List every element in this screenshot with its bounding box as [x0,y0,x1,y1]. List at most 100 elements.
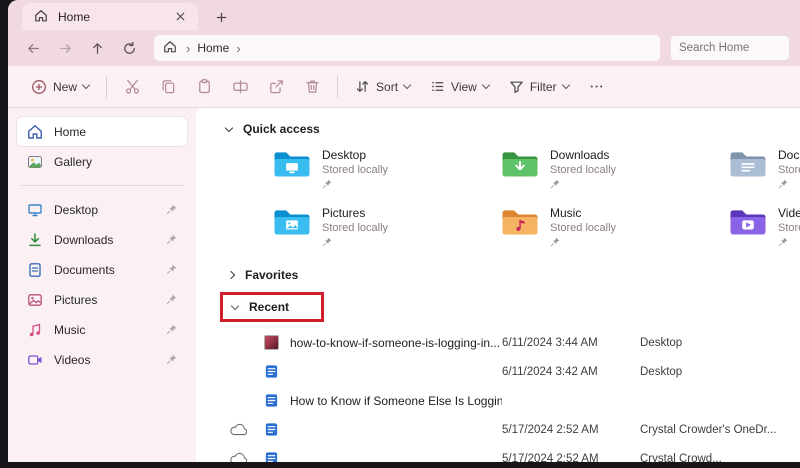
breadcrumb-home-icon[interactable] [163,40,179,56]
rename-icon[interactable] [223,71,257,103]
pin-icon [166,294,177,305]
recent-file-row[interactable]: 6/11/2024 3:42 AM Desktop [196,357,800,386]
recent-files-list: how-to-know-if-someone-is-logging-in... … [196,328,800,462]
pin-icon [778,179,800,189]
screenshot-root: Home › Home › Search Home New Sort View … [0,0,800,468]
sidebar-item-pictures[interactable]: Pictures [17,285,187,314]
toolbar-divider [106,75,108,98]
cloud-icon [230,423,250,436]
paste-icon[interactable] [187,71,221,103]
recent-file-row[interactable]: how-to-know-if-someone-is-logging-in... … [196,328,800,357]
new-tab-button[interactable] [208,4,234,30]
chevron-down-icon [230,301,240,310]
filter-icon [510,81,523,93]
sidebar-item-videos[interactable]: Videos [17,345,187,374]
section-header-recent[interactable]: Recent [249,300,289,314]
sidebar-item-gallery[interactable]: Gallery [17,147,187,176]
address-bar[interactable]: › Home › [154,35,660,61]
music-icon [27,322,43,338]
chevron-down-icon [81,80,91,90]
videos-folder-icon [730,210,766,235]
documents-icon [27,262,43,278]
document-icon [264,364,284,379]
recent-file-row[interactable]: 5/17/2024 2:52 AM Crystal Crowd... [196,444,800,462]
new-button[interactable]: New [22,71,98,103]
new-plus-icon [32,79,46,94]
breadcrumb-separator: › [186,40,191,56]
pin-icon [166,264,177,275]
sidebar-item-desktop[interactable]: Desktop [17,195,187,224]
cloud-icon [230,452,250,462]
pin-icon [166,204,177,215]
toolbar-divider [337,75,339,98]
chevron-down-icon [561,80,570,90]
pin-icon [322,237,388,247]
forward-icon[interactable] [50,34,80,62]
share-icon[interactable] [259,71,293,103]
pin-icon [778,237,800,247]
document-icon [264,451,284,462]
recent-file-row[interactable]: 5/17/2024 2:52 AM Crystal Crowder's OneD… [196,415,800,444]
close-tab-icon[interactable] [170,7,190,27]
chevron-down-icon [481,80,491,90]
quick-access-tile-desktop[interactable]: Desktop Stored locally [272,146,500,198]
pin-icon [550,179,616,189]
window-body: Home Gallery Desktop Downloads Documents… [8,108,800,462]
quick-access-tile-pictures[interactable]: Pictures Stored locally [272,204,500,256]
up-icon[interactable] [82,34,112,62]
cut-icon[interactable] [115,71,149,103]
music-folder-icon [502,210,538,235]
tab-title: Home [58,9,91,24]
sidebar-item-downloads[interactable]: Downloads [17,225,187,254]
gallery-icon [27,154,43,170]
pin-icon [166,234,177,245]
sidebar-item-music[interactable]: Music [17,315,187,344]
section-header-quick-access[interactable]: Quick access [196,116,800,142]
back-icon[interactable] [18,34,48,62]
breadcrumb-home[interactable]: Home [197,41,229,55]
view-button[interactable]: View [421,71,498,103]
search-box[interactable] [670,35,790,61]
tab-home[interactable]: Home [22,3,198,30]
chevron-down-icon [224,123,234,132]
delete-icon[interactable] [295,71,329,103]
chevron-down-icon [402,80,412,90]
recent-file-row[interactable]: How to Know if Someone Else Is Loggin... [196,386,800,415]
sidebar-item-documents[interactable]: Documents [17,255,187,284]
sidebar-item-home[interactable]: Home [17,117,187,146]
downloads-icon [27,232,43,248]
filter-button[interactable]: Filter [500,71,578,103]
content-pane: Quick access Desktop Stored locally Down… [196,108,800,462]
pin-icon [166,324,177,335]
document-icon [264,422,284,437]
pictures-icon [27,292,43,308]
chevron-right-icon [226,270,236,280]
command-toolbar: New Sort View Filter [8,66,800,108]
section-header-favorites[interactable]: Favorites [196,262,800,288]
annotation-rectangle-recent: Recent [220,292,325,322]
pin-icon [322,179,388,189]
file-explorer-window: Home › Home › Search Home New Sort View … [8,0,800,462]
documents-folder-icon [730,152,766,177]
quick-access-tile-videos[interactable]: Videos Stored locally [728,204,800,256]
sort-icon [356,81,369,92]
document-icon [264,393,284,408]
view-icon [432,81,444,92]
home-icon [27,124,43,140]
pin-icon [166,354,177,365]
tab-bar: Home [8,0,800,30]
quick-access-tile-documents[interactable]: Documents Stored locally [728,146,800,198]
sort-button[interactable]: Sort [346,71,419,103]
desktop-folder-icon [274,152,310,177]
refresh-icon[interactable] [114,34,144,62]
quick-access-tile-music[interactable]: Music Stored locally [500,204,728,256]
more-options-icon[interactable] [580,71,614,103]
copy-icon[interactable] [151,71,185,103]
home-icon [34,9,50,25]
quick-access-tile-downloads[interactable]: Downloads Stored locally [500,146,728,198]
breadcrumb-separator[interactable]: › [236,42,240,55]
navigation-pane: Home Gallery Desktop Downloads Documents… [8,108,196,462]
videos-icon [27,352,43,368]
search-input[interactable] [679,42,781,54]
navigation-bar: › Home › [8,30,800,66]
